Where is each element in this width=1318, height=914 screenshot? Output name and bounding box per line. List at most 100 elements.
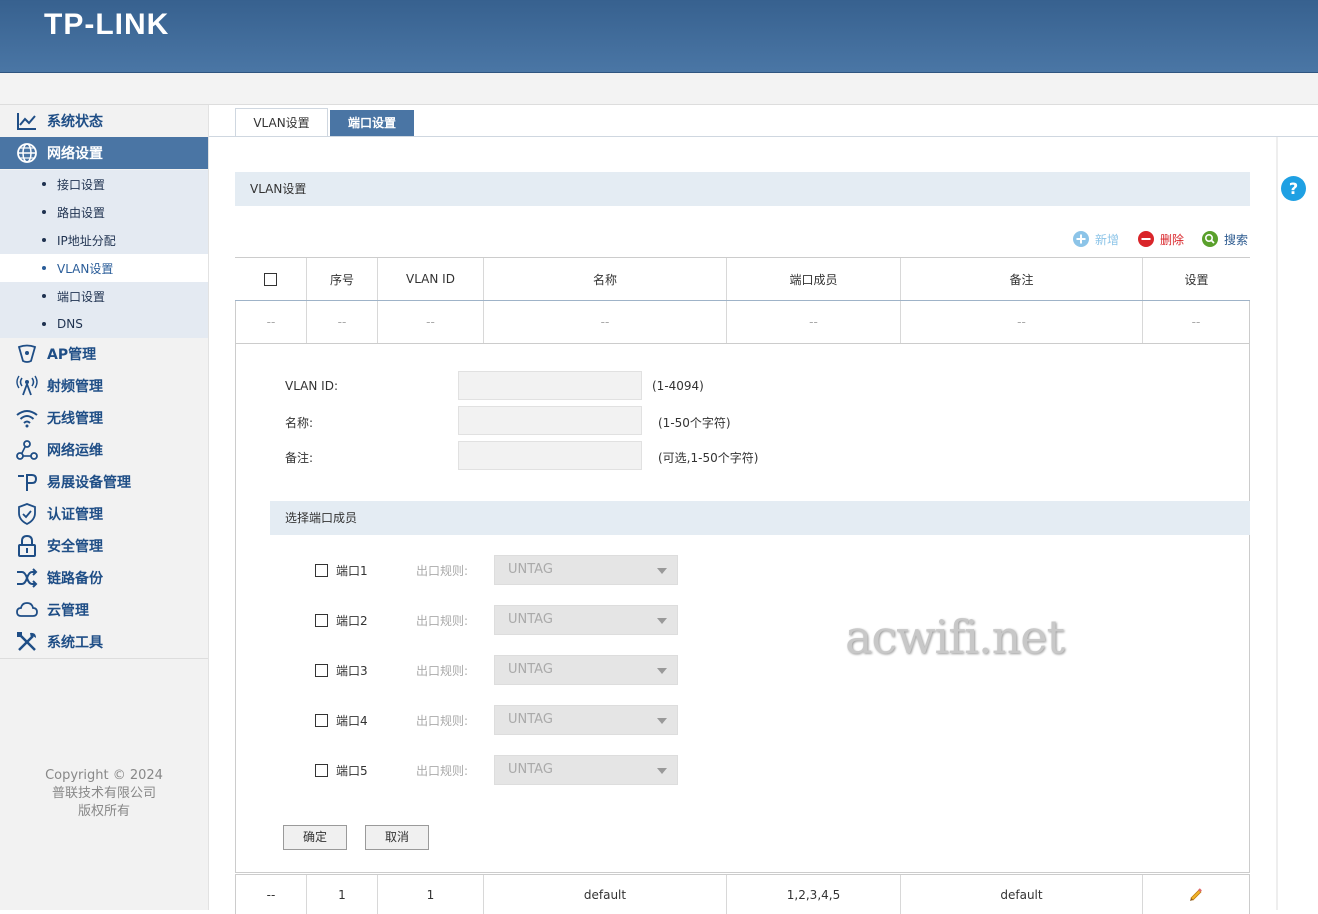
- port-3-rule-select[interactable]: UNTAG: [494, 655, 678, 685]
- note-label: 备注:: [285, 451, 314, 465]
- sidebar-item-cloud[interactable]: 云管理: [0, 594, 208, 626]
- sidebar-item-radio[interactable]: 射频管理: [0, 370, 208, 402]
- delete-label: 删除: [1160, 232, 1185, 247]
- shield-check-icon: [16, 503, 38, 525]
- chart-line-icon: [16, 110, 38, 132]
- search-icon: [1202, 231, 1218, 247]
- port-3-checkbox[interactable]: [315, 663, 328, 677]
- watermark: acwifi.net: [845, 610, 1065, 664]
- tab-port-settings[interactable]: 端口设置: [330, 110, 414, 137]
- cell-settings: [1143, 875, 1249, 914]
- sidebar-subitem-vlan[interactable]: VLAN设置: [0, 254, 208, 282]
- port-4-checkbox[interactable]: [315, 713, 328, 727]
- ap-icon: [16, 343, 38, 365]
- radio-icon: [16, 375, 38, 397]
- select-value: UNTAG: [508, 562, 553, 577]
- sidebar-subitem-port[interactable]: 端口设置: [0, 282, 208, 310]
- sidebar-item-label: 系统状态: [47, 114, 103, 130]
- edit-pencil-icon[interactable]: [1189, 887, 1203, 902]
- select-value: UNTAG: [508, 762, 553, 777]
- port-5-rule-select[interactable]: UNTAG: [494, 755, 678, 785]
- egress-rule-label: 出口规则:: [416, 563, 469, 578]
- select-all-checkbox[interactable]: [264, 272, 277, 286]
- sidebar-item-system-tools[interactable]: 系统工具: [0, 626, 208, 658]
- lock-icon: [16, 535, 38, 557]
- sidebar-item-link-backup[interactable]: 链路备份: [0, 562, 208, 594]
- cell-placeholder: --: [307, 301, 378, 343]
- sidebar-item-wireless[interactable]: 无线管理: [0, 402, 208, 434]
- subitem-label: 接口设置: [57, 177, 106, 192]
- sidebar-subitem-ip-allocation[interactable]: IP地址分配: [0, 226, 208, 254]
- cell-index: 1: [307, 875, 378, 914]
- sidebar-item-label: 云管理: [47, 603, 89, 619]
- search-button[interactable]: 搜索: [1202, 230, 1248, 248]
- header: TP-LINK: [0, 0, 1318, 73]
- sidebar-item-label: 系统工具: [47, 635, 103, 651]
- help-button[interactable]: ?: [1281, 176, 1306, 201]
- subitem-label: VLAN设置: [57, 261, 114, 276]
- port-2-checkbox[interactable]: [315, 613, 328, 627]
- sidebar-item-auth[interactable]: 认证管理: [0, 498, 208, 530]
- cell-name: default: [484, 875, 727, 914]
- egress-rule-label: 出口规则:: [416, 763, 469, 778]
- company-name: 普联技术有限公司: [51, 786, 156, 801]
- dropdown-arrow-icon: [657, 668, 667, 674]
- delete-button[interactable]: 删除: [1138, 230, 1184, 248]
- scrollbar[interactable]: [1276, 137, 1278, 910]
- network-ops-icon: [16, 439, 38, 461]
- sidebar-item-network-ops[interactable]: 网络运维: [0, 434, 208, 466]
- sidebar-item-network-settings[interactable]: 网络设置: [0, 137, 208, 169]
- tab-vlan-settings[interactable]: VLAN设置: [235, 108, 328, 137]
- header-members: 端口成员: [727, 258, 901, 300]
- sidebar-item-system-status[interactable]: 系统状态: [0, 105, 208, 137]
- sidebar-item-security[interactable]: 安全管理: [0, 530, 208, 562]
- subitem-label: 端口设置: [57, 289, 106, 304]
- port-1-rule-select[interactable]: UNTAG: [494, 555, 678, 585]
- port-name: 端口4: [336, 713, 368, 728]
- mesh-device-icon: [16, 471, 38, 493]
- port-1-checkbox[interactable]: [315, 563, 328, 577]
- header-note: 备注: [901, 258, 1143, 300]
- header-settings: 设置: [1184, 272, 1209, 287]
- sidebar-subitem-dns[interactable]: DNS: [0, 310, 208, 338]
- port-4-rule-select[interactable]: UNTAG: [494, 705, 678, 735]
- port-name: 端口1: [336, 563, 368, 578]
- vlan-id-hint: (1-4094): [652, 379, 704, 393]
- port-row-2: 端口2 出口规则: UNTAG: [315, 605, 678, 635]
- sidebar-subitem-interface[interactable]: 接口设置: [0, 170, 208, 198]
- bullet-icon: [42, 294, 46, 298]
- select-value: UNTAG: [508, 712, 553, 727]
- dropdown-arrow-icon: [657, 618, 667, 624]
- note-input[interactable]: [458, 441, 642, 470]
- add-button[interactable]: 新增: [1073, 230, 1119, 248]
- name-input[interactable]: [458, 406, 642, 435]
- sidebar-item-label: 射频管理: [47, 379, 103, 395]
- sidebar-item-ap[interactable]: AP管理: [0, 338, 208, 370]
- port-row-3: 端口3 出口规则: UNTAG: [315, 655, 678, 685]
- dropdown-arrow-icon: [657, 768, 667, 774]
- sidebar-subitem-routing[interactable]: 路由设置: [0, 198, 208, 226]
- copyright: Copyright © 2024 普联技术有限公司 版权所有: [0, 767, 208, 821]
- copyright-line: Copyright © 2024: [45, 768, 163, 783]
- port-5-checkbox[interactable]: [315, 763, 328, 777]
- globe-icon: [16, 142, 38, 164]
- sidebar-item-mesh-devices[interactable]: 易展设备管理: [0, 466, 208, 498]
- sidebar-item-label: 网络设置: [47, 146, 103, 162]
- cell-placeholder: --: [727, 301, 901, 343]
- port-2-rule-select[interactable]: UNTAG: [494, 605, 678, 635]
- sidebar-item-label: 无线管理: [47, 411, 103, 427]
- sidebar-divider: [0, 658, 208, 659]
- cancel-button[interactable]: 取消: [365, 825, 429, 850]
- rights-reserved: 版权所有: [77, 804, 130, 819]
- dropdown-arrow-icon: [657, 718, 667, 724]
- confirm-button[interactable]: 确定: [283, 825, 347, 850]
- vlan-id-input[interactable]: [458, 371, 642, 400]
- sidebar-item-label: 安全管理: [47, 539, 103, 555]
- subitem-label: DNS: [57, 317, 83, 331]
- header-vlan-id: VLAN ID: [378, 258, 484, 300]
- sub-header-bar: [0, 73, 1318, 105]
- cell-placeholder: --: [236, 301, 307, 343]
- sidebar-item-label: 易展设备管理: [47, 475, 131, 491]
- tp-link-logo: TP-LINK: [44, 8, 170, 41]
- name-label: 名称:: [285, 416, 314, 430]
